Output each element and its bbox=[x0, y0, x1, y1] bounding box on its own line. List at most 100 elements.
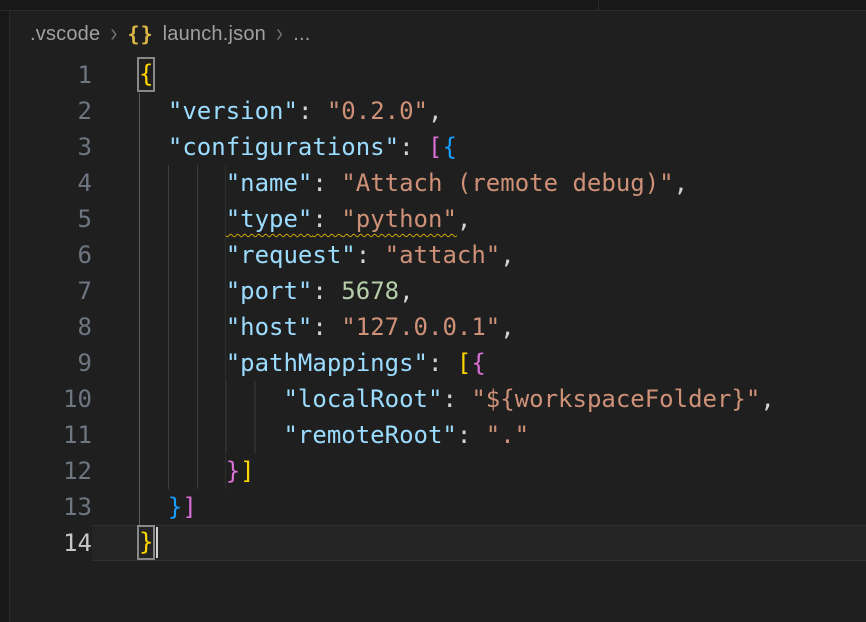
code-line-content[interactable]: }] bbox=[92, 453, 866, 489]
line-number[interactable]: 12 bbox=[10, 453, 92, 489]
line-number[interactable]: 5 bbox=[10, 201, 92, 237]
code-line[interactable]: 7"port": 5678, bbox=[10, 273, 866, 309]
code-token: "Attach (remote debug)" bbox=[341, 169, 673, 197]
code-token: "${workspaceFolder}" bbox=[471, 385, 760, 413]
code-line[interactable]: 8"host": "127.0.0.1", bbox=[10, 309, 866, 345]
code-token: : bbox=[312, 169, 341, 197]
code-line-content[interactable]: "type": "python", bbox=[92, 201, 866, 237]
tab-bar bbox=[0, 0, 866, 11]
code-line-content[interactable]: "pathMappings": [{ bbox=[92, 345, 866, 381]
indent-guides bbox=[139, 489, 168, 525]
code-line-content[interactable]: "port": 5678, bbox=[92, 273, 866, 309]
code-token: , bbox=[500, 313, 514, 341]
code-token: "port" bbox=[226, 277, 313, 305]
warning-squiggle: "type": "python" bbox=[226, 205, 457, 233]
code-token: : bbox=[312, 277, 341, 305]
line-number[interactable]: 8 bbox=[10, 309, 92, 345]
code-line[interactable]: 2"version": "0.2.0", bbox=[10, 93, 866, 129]
code-token: , bbox=[428, 97, 442, 125]
json-braces-icon: {} bbox=[128, 22, 154, 46]
code-line[interactable]: 13}] bbox=[10, 489, 866, 525]
indent-guides bbox=[139, 381, 283, 417]
bracket-match: } bbox=[139, 527, 153, 558]
code-token: } bbox=[168, 493, 182, 521]
code-area[interactable]: 1{2"version": "0.2.0",3"configurations":… bbox=[10, 57, 866, 561]
code-line-content[interactable]: "remoteRoot": "." bbox=[92, 417, 866, 453]
cursor-caret bbox=[156, 527, 158, 558]
code-line[interactable]: 9"pathMappings": [{ bbox=[10, 345, 866, 381]
code-line[interactable]: 1{ bbox=[10, 57, 866, 93]
indent-guides bbox=[139, 129, 168, 165]
code-line[interactable]: 3"configurations": [{ bbox=[10, 129, 866, 165]
code-line[interactable]: 12}] bbox=[10, 453, 866, 489]
code-line-content[interactable]: }] bbox=[92, 489, 866, 525]
line-number[interactable]: 13 bbox=[10, 489, 92, 525]
line-number[interactable]: 7 bbox=[10, 273, 92, 309]
vscode-window: { "breadcrumb": { "folder": ".vscode", "… bbox=[0, 0, 866, 622]
line-number[interactable]: 9 bbox=[10, 345, 92, 381]
breadcrumb: .vscode › {} launch.json › ... bbox=[10, 11, 866, 57]
breadcrumb-symbol-more[interactable]: ... bbox=[293, 23, 310, 46]
code-token: "name" bbox=[226, 169, 313, 197]
code-token: ] bbox=[182, 493, 196, 521]
editor-left-rail bbox=[0, 11, 10, 622]
indent-guides bbox=[139, 201, 226, 237]
breadcrumb-folder[interactable]: .vscode bbox=[30, 23, 100, 46]
code-line[interactable]: 10"localRoot": "${workspaceFolder}", bbox=[10, 381, 866, 417]
code-line-content[interactable]: "version": "0.2.0", bbox=[92, 93, 866, 129]
code-line-content[interactable]: "host": "127.0.0.1", bbox=[92, 309, 866, 345]
code-token: "attach" bbox=[385, 241, 501, 269]
code-token: ] bbox=[240, 457, 254, 485]
code-line[interactable]: 5"type": "python", bbox=[10, 201, 866, 237]
code-token: "." bbox=[486, 421, 529, 449]
line-number[interactable]: 3 bbox=[10, 129, 92, 165]
code-token: { bbox=[442, 133, 456, 161]
indent-guides bbox=[139, 273, 226, 309]
line-number[interactable]: 11 bbox=[10, 417, 92, 453]
code-line[interactable]: 4"name": "Attach (remote debug)", bbox=[10, 165, 866, 201]
code-line-content[interactable]: { bbox=[92, 57, 866, 93]
code-token: : bbox=[457, 421, 486, 449]
line-number[interactable]: 10 bbox=[10, 381, 92, 417]
code-token: , bbox=[500, 241, 514, 269]
line-number[interactable]: 4 bbox=[10, 165, 92, 201]
code-token: : bbox=[298, 97, 327, 125]
line-number[interactable]: 2 bbox=[10, 93, 92, 129]
line-number[interactable]: 1 bbox=[10, 57, 92, 93]
code-token: "localRoot" bbox=[283, 385, 442, 413]
code-token: , bbox=[674, 169, 688, 197]
line-number[interactable]: 14 bbox=[10, 525, 92, 561]
code-token: "host" bbox=[226, 313, 313, 341]
code-line-content[interactable]: } bbox=[92, 525, 866, 561]
code-token: "remoteRoot" bbox=[283, 421, 456, 449]
code-token: : bbox=[428, 349, 457, 377]
line-number[interactable]: 6 bbox=[10, 237, 92, 273]
code-token: "python" bbox=[341, 205, 457, 233]
code-token: , bbox=[760, 385, 774, 413]
bracket-match: { bbox=[139, 59, 153, 90]
indent-guides bbox=[139, 345, 226, 381]
code-token: { bbox=[471, 349, 485, 377]
breadcrumb-file[interactable]: launch.json bbox=[163, 23, 266, 46]
code-line-content[interactable]: "configurations": [{ bbox=[92, 129, 866, 165]
indent-guides bbox=[139, 237, 226, 273]
code-token: "0.2.0" bbox=[327, 97, 428, 125]
code-token: [ bbox=[457, 349, 471, 377]
tab-divider bbox=[598, 0, 599, 10]
code-token: "type" bbox=[226, 205, 313, 233]
code-token: : bbox=[312, 205, 341, 233]
code-token: "version" bbox=[168, 97, 298, 125]
code-line[interactable]: 14} bbox=[10, 525, 866, 561]
code-line-content[interactable]: "name": "Attach (remote debug)", bbox=[92, 165, 866, 201]
code-token: "127.0.0.1" bbox=[341, 313, 500, 341]
code-line-content[interactable]: "request": "attach", bbox=[92, 237, 866, 273]
code-line[interactable]: 11"remoteRoot": "." bbox=[10, 417, 866, 453]
code-token: , bbox=[399, 277, 413, 305]
code-token: : bbox=[356, 241, 385, 269]
code-token: [ bbox=[428, 133, 442, 161]
code-token: , bbox=[457, 205, 471, 233]
code-line-content[interactable]: "localRoot": "${workspaceFolder}", bbox=[92, 381, 866, 417]
code-line[interactable]: 6"request": "attach", bbox=[10, 237, 866, 273]
editor-pane[interactable]: .vscode › {} launch.json › ... 1{2"versi… bbox=[10, 11, 866, 622]
code-token: } bbox=[226, 457, 240, 485]
